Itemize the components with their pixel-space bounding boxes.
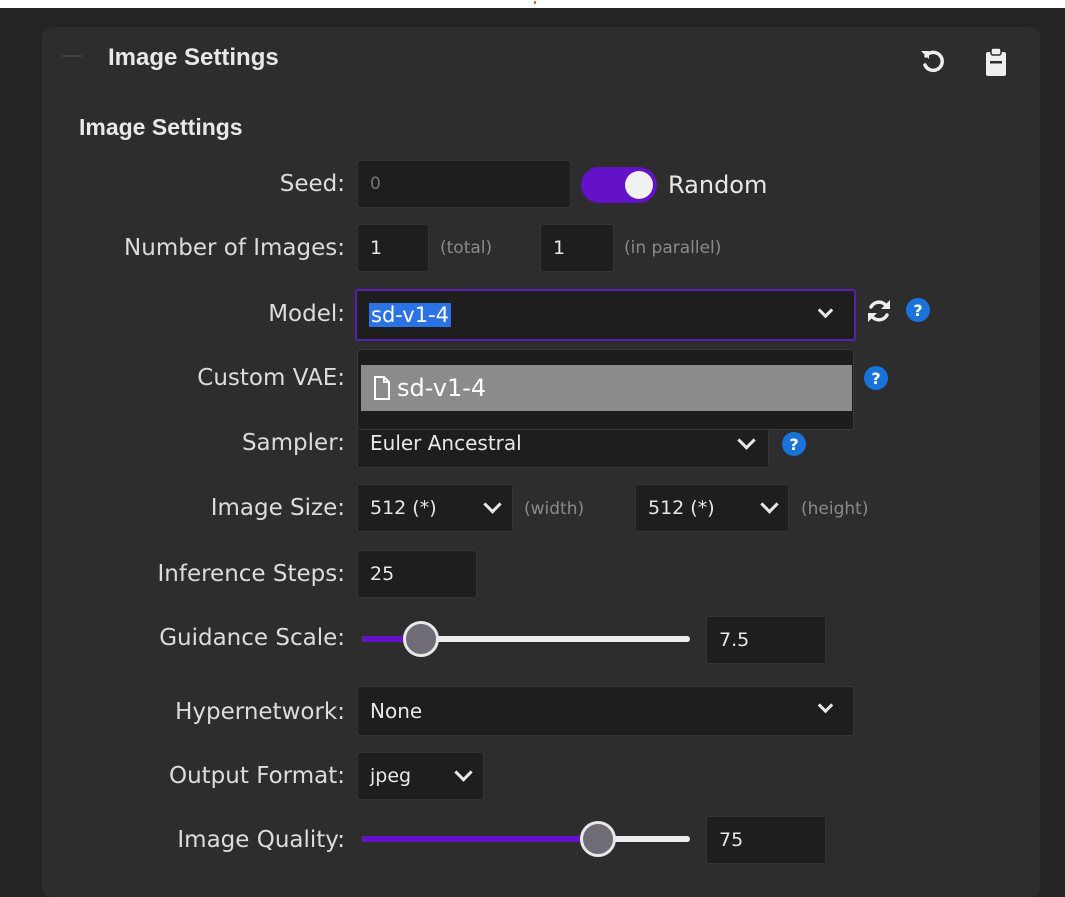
- image-quality-label: Image Quality:: [177, 827, 345, 853]
- inference-steps-label: Inference Steps:: [157, 561, 346, 587]
- hypernetwork-value: None: [370, 699, 423, 723]
- output-format-value: jpeg: [370, 765, 412, 787]
- sampler-help-icon[interactable]: ?: [782, 432, 806, 456]
- num-images-label: Number of Images:: [124, 235, 345, 261]
- seed-value: 0: [370, 174, 381, 194]
- model-selected-value: sd-v1-4: [369, 303, 452, 327]
- image-quality-thumb[interactable]: [580, 821, 617, 857]
- model-select[interactable]: sd-v1-4: [355, 289, 856, 341]
- sampler-label: Sampler:: [241, 430, 345, 456]
- image-height-value: 512 (*): [648, 497, 715, 519]
- random-seed-toggle[interactable]: [581, 167, 657, 203]
- total-hint: (total): [440, 238, 493, 258]
- image-width-value: 512 (*): [370, 497, 437, 519]
- top-marker: [534, 1, 536, 4]
- output-format-label: Output Format:: [168, 763, 345, 789]
- panel-title: Image Settings: [108, 44, 279, 71]
- width-hint: (width): [524, 499, 585, 519]
- clipboard-icon[interactable]: [984, 47, 1008, 77]
- top-strip: [0, 0, 1065, 8]
- model-help-icon[interactable]: ?: [906, 298, 930, 322]
- seed-input[interactable]: 0: [357, 160, 571, 208]
- guidance-scale-label: Guidance Scale:: [159, 625, 345, 651]
- model-dropdown: sd-v1-4: [357, 349, 854, 430]
- guidance-scale-value: 7.5: [719, 629, 750, 651]
- file-icon: [374, 376, 390, 400]
- image-quality-value: 75: [719, 829, 744, 851]
- num-images-parallel-value: 1: [553, 237, 566, 259]
- model-label: Model:: [268, 301, 345, 327]
- num-images-parallel-input[interactable]: 1: [540, 224, 614, 272]
- section-title: Image Settings: [79, 114, 243, 140]
- num-images-total-value: 1: [370, 237, 383, 259]
- model-option-label: sd-v1-4: [397, 374, 487, 402]
- sampler-value: Euler Ancestral: [370, 431, 522, 455]
- hypernetwork-label: Hypernetwork:: [175, 699, 345, 725]
- image-size-label: Image Size:: [210, 495, 345, 521]
- model-option[interactable]: sd-v1-4: [361, 365, 852, 411]
- collapse-toggle[interactable]: [62, 55, 82, 57]
- guidance-scale-input[interactable]: 7.5: [706, 616, 826, 664]
- toggle-knob: [625, 171, 653, 199]
- height-hint: (height): [801, 499, 869, 519]
- refresh-icon[interactable]: [866, 298, 892, 324]
- inference-steps-input[interactable]: 25: [357, 550, 477, 598]
- inference-steps-value: 25: [370, 563, 395, 585]
- image-quality-input[interactable]: 75: [706, 816, 826, 864]
- num-images-total-input[interactable]: 1: [357, 224, 429, 272]
- random-label: Random: [668, 171, 768, 199]
- seed-label: Seed:: [279, 171, 345, 197]
- guidance-scale-thumb[interactable]: [403, 621, 440, 657]
- image-quality-fill: [362, 836, 599, 842]
- custom-vae-label: Custom VAE:: [197, 365, 345, 391]
- vae-help-icon[interactable]: ?: [864, 366, 888, 390]
- parallel-hint: (in parallel): [624, 238, 722, 258]
- hypernetwork-select[interactable]: None: [357, 686, 854, 736]
- reset-icon[interactable]: [920, 47, 946, 75]
